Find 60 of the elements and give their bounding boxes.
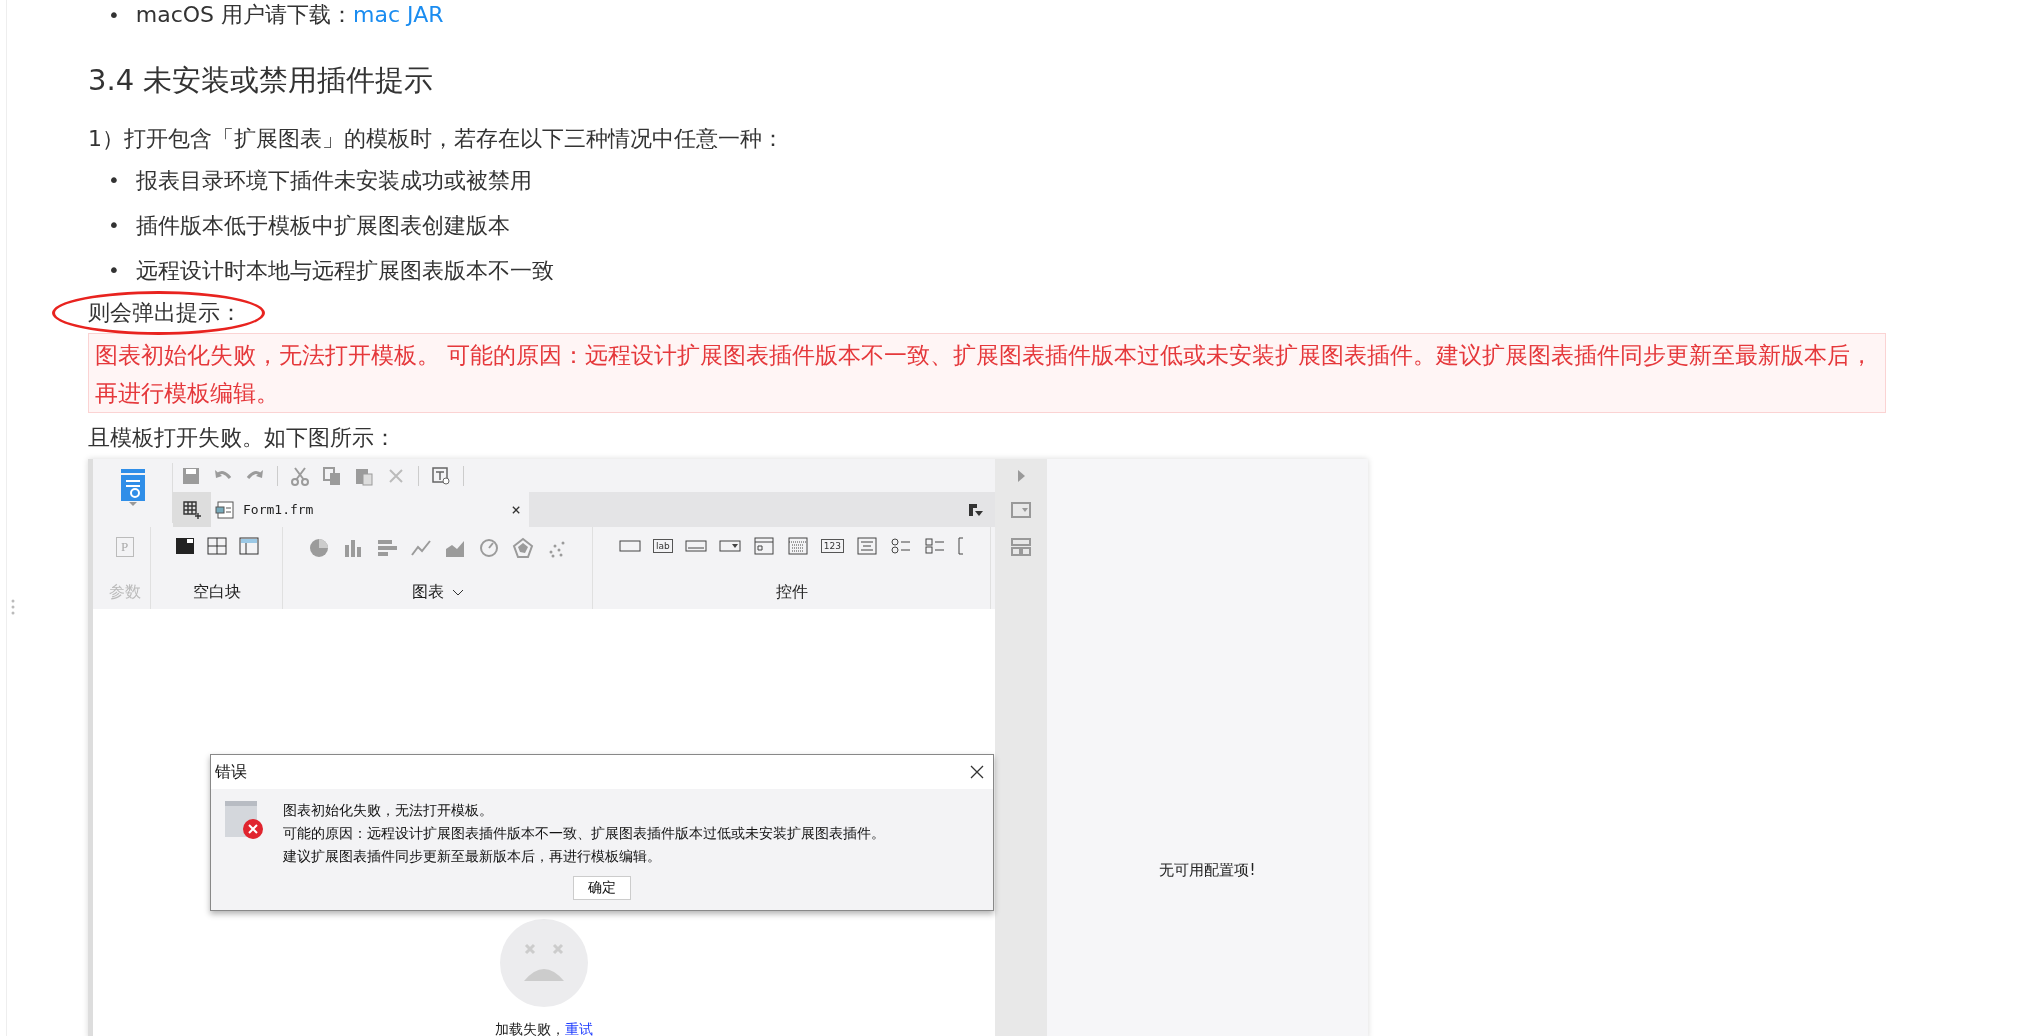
- dropdown-box-icon[interactable]: [1011, 501, 1031, 519]
- form-file-icon[interactable]: [215, 499, 235, 520]
- dialog-title: 错误: [215, 761, 247, 783]
- pie-chart-icon[interactable]: [307, 537, 330, 559]
- layout-icon[interactable]: [1011, 537, 1031, 557]
- ribbon-group-label: 参数: [108, 582, 141, 603]
- ribbon-group-label: 空白块: [192, 582, 241, 603]
- filled-block-icon[interactable]: [174, 537, 195, 555]
- figure-caption: 且模板打开失败。如下图所示：: [88, 424, 397, 452]
- bullet: •: [108, 212, 120, 239]
- label-widget-icon[interactable]: lab: [653, 539, 673, 553]
- partial-widget-icon[interactable]: [957, 537, 964, 555]
- condition-item: 远程设计时本地与远程扩展图表版本不一致: [135, 257, 554, 285]
- condition-item: 报表目录环境下插件未安装成功或被禁用: [135, 167, 532, 195]
- split-block-icon[interactable]: [206, 537, 227, 555]
- text-field-icon[interactable]: [684, 537, 707, 555]
- popup-note: 则会弹出提示：: [88, 300, 242, 325]
- grid-add-icon[interactable]: [182, 499, 202, 520]
- download-label: macOS 用户请下载：: [135, 2, 354, 27]
- intro-text: 1）打开包含「扩展图表」的模板时，若存在以下三种情况中任意一种：: [88, 125, 785, 153]
- copy-icon[interactable]: [322, 465, 342, 486]
- number-widget-icon[interactable]: 123: [820, 539, 844, 553]
- table-block-icon[interactable]: [238, 537, 259, 555]
- chevron-down-icon[interactable]: [451, 588, 464, 597]
- text-area-widget-icon[interactable]: [855, 537, 878, 555]
- empty-config-text: 无可用配置项!: [1159, 861, 1256, 881]
- save-icon[interactable]: [181, 465, 201, 486]
- load-failed-text: 加载失败，: [495, 1021, 565, 1036]
- cut-icon[interactable]: [290, 465, 310, 486]
- expand-arrow-icon[interactable]: [1016, 469, 1026, 483]
- bullet: •: [108, 2, 120, 29]
- radio-group-icon[interactable]: [889, 537, 912, 555]
- document-tab[interactable]: Form1.frm ×: [211, 492, 529, 527]
- close-icon[interactable]: [969, 764, 985, 780]
- error-message-line: 可能的原因：远程设计扩展图表插件版本不一致、扩展图表插件版本过低或未安装扩展图表插件。: [283, 824, 885, 843]
- report-logo-icon[interactable]: [119, 469, 146, 501]
- calendar-widget-icon[interactable]: [786, 537, 809, 555]
- bullet: •: [108, 257, 120, 284]
- ok-button[interactable]: 确定: [573, 876, 631, 900]
- checkbox-group-icon[interactable]: [923, 537, 946, 555]
- ribbon-group-label: 图表: [411, 582, 444, 603]
- dropdown-widget-icon[interactable]: [718, 537, 741, 555]
- sad-face-icon: [500, 919, 588, 1007]
- horizontal-bar-chart-icon[interactable]: [375, 537, 398, 559]
- drag-handle-icon[interactable]: [10, 598, 16, 616]
- bullet: •: [108, 167, 120, 194]
- radar-chart-icon[interactable]: [511, 537, 534, 559]
- retry-link[interactable]: 重试: [565, 1021, 593, 1036]
- rectangle-widget-icon[interactable]: [619, 537, 642, 555]
- text-search-icon[interactable]: [431, 465, 451, 486]
- error-alert: 图表初始化失败，无法打开模板。 可能的原因：远程设计扩展图表插件版本不一致、扩展图表插件版本过低或未安装扩展图表插件。建议扩展图表插件同步更新至最新版本后，再进行模板编辑。: [88, 333, 1886, 413]
- error-message-line: 建议扩展图表插件同步更新至最新版本后，再进行模板编辑。: [283, 847, 662, 866]
- error-message-line: 图表初始化失败，无法打开模板。: [283, 801, 494, 820]
- dropdown-menu-icon[interactable]: [967, 501, 983, 518]
- close-icon[interactable]: ×: [511, 500, 521, 519]
- window-widget-icon[interactable]: [752, 537, 775, 555]
- condition-item: 插件版本低于模板中扩展图表创建版本: [135, 212, 510, 240]
- section-heading: 3.4 未安装或禁用插件提示: [88, 62, 435, 99]
- gauge-chart-icon[interactable]: [477, 537, 500, 559]
- ribbon-group-label: 控件: [775, 582, 808, 603]
